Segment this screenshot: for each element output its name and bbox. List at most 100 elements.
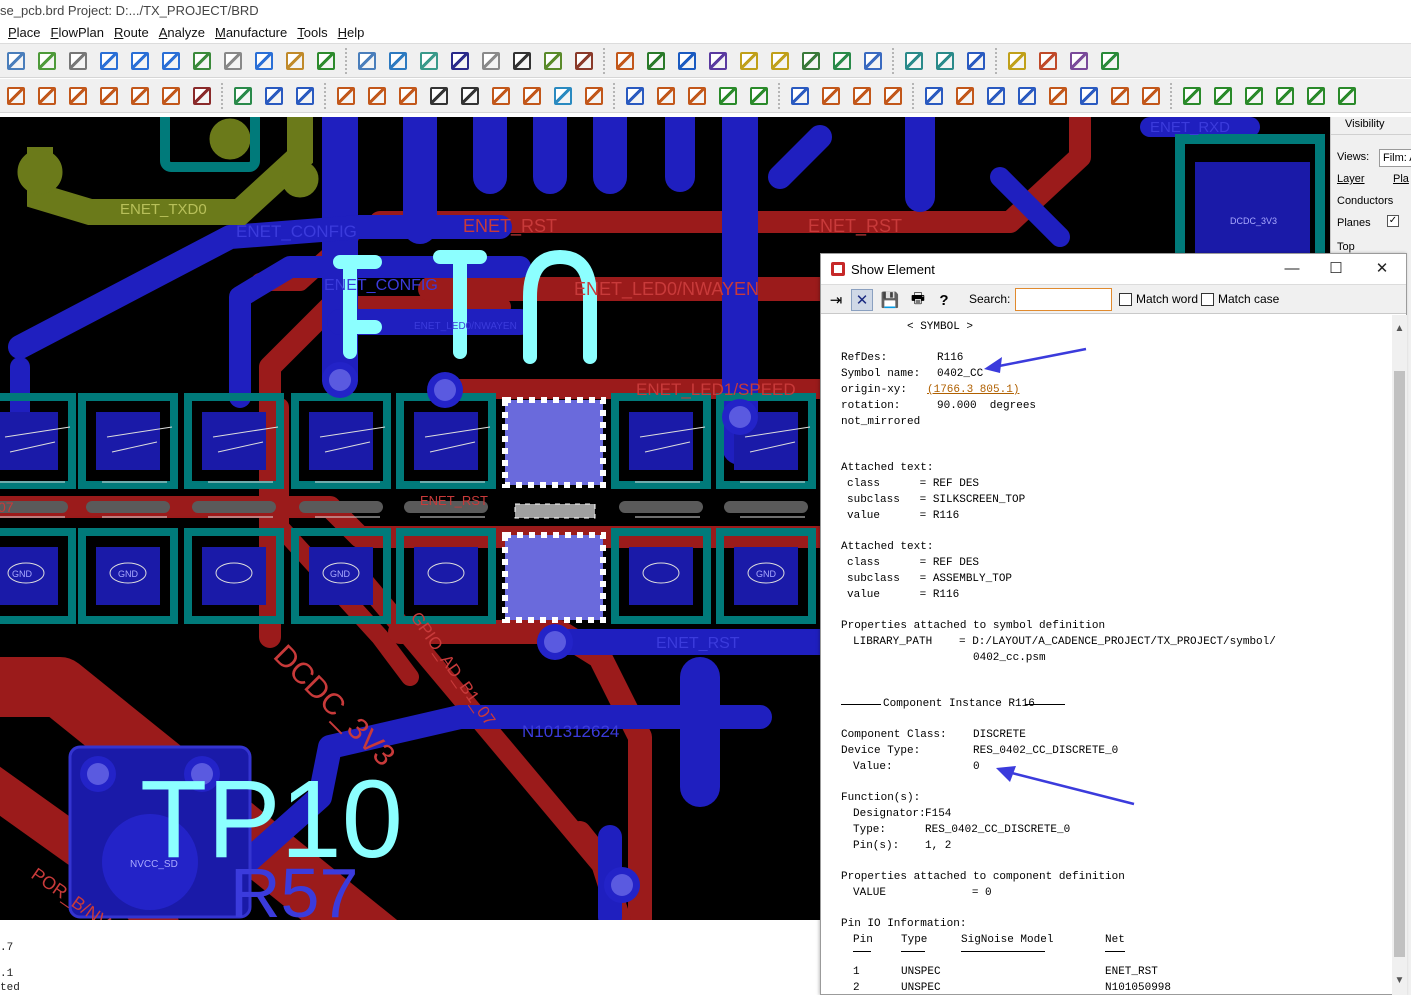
toolbar-tool-icon[interactable] [3, 83, 29, 109]
menu-flowplan[interactable]: FlowPlan [51, 22, 112, 43]
toolbar-tool-icon[interactable] [1076, 83, 1102, 109]
toolbar-tool-icon[interactable] [963, 48, 989, 74]
toolbar-tool-icon[interactable] [65, 83, 91, 109]
save-icon[interactable]: 💾 [879, 289, 901, 311]
toolbar-tool-icon[interactable] [158, 48, 184, 74]
toolbar-tool-icon[interactable] [798, 48, 824, 74]
toolbar-tool-icon[interactable] [478, 48, 504, 74]
toolbar-tool-icon[interactable] [509, 48, 535, 74]
toolbar-tool-icon[interactable] [1014, 83, 1040, 109]
close-icon[interactable]: ✕ [1367, 258, 1397, 280]
toolbar-tool-icon[interactable] [364, 83, 390, 109]
toolbar-tool-icon[interactable] [581, 83, 607, 109]
toolbar-tool-icon[interactable] [1035, 48, 1061, 74]
toolbar-tool-icon[interactable] [385, 48, 411, 74]
menu-manufacture[interactable]: Manufacture [215, 22, 295, 43]
plan-tab[interactable]: Pla [1393, 173, 1409, 185]
toolbar-tool-icon[interactable] [849, 83, 875, 109]
toolbar-tool-icon[interactable] [1241, 83, 1267, 109]
toolbar-tool-icon[interactable] [1066, 48, 1092, 74]
toolbar-tool-icon[interactable] [952, 83, 978, 109]
toolbar-tool-icon[interactable] [653, 83, 679, 109]
toolbar-tool-icon[interactable] [230, 83, 256, 109]
menu-help[interactable]: Help [338, 22, 373, 43]
toolbar-tool-icon[interactable] [746, 83, 772, 109]
toolbar-tool-icon[interactable] [220, 48, 246, 74]
minimize-icon[interactable]: — [1277, 258, 1307, 280]
toolbar-tool-icon[interactable] [395, 83, 421, 109]
toolbar-tool-icon[interactable] [1045, 83, 1071, 109]
toolbar-tool-icon[interactable] [901, 48, 927, 74]
toolbar-tool-icon[interactable] [1138, 83, 1164, 109]
match-word-checkbox[interactable] [1119, 293, 1132, 306]
toolbar-tool-icon[interactable] [1272, 83, 1298, 109]
help-icon[interactable]: ? [933, 289, 955, 311]
toolbar-tool-icon[interactable] [932, 48, 958, 74]
toolbar-tool-icon[interactable] [251, 48, 277, 74]
toolbar-tool-icon[interactable] [127, 48, 153, 74]
toolbar-tool-icon[interactable] [643, 48, 669, 74]
toolbar-tool-icon[interactable] [65, 48, 91, 74]
toolbar-tool-icon[interactable] [282, 48, 308, 74]
toolbar-tool-icon[interactable] [921, 83, 947, 109]
toolbar-tool-icon[interactable] [127, 83, 153, 109]
toolbar-tool-icon[interactable] [158, 83, 184, 109]
match-case-checkbox[interactable] [1201, 293, 1214, 306]
toolbar-tool-icon[interactable] [292, 83, 318, 109]
toolbar-tool-icon[interactable] [488, 83, 514, 109]
menu-route[interactable]: Route [114, 22, 157, 43]
toolbar-tool-icon[interactable] [189, 48, 215, 74]
toolbar-tool-icon[interactable] [34, 48, 60, 74]
toolbar-tool-icon[interactable] [1303, 83, 1329, 109]
toolbar-tool-icon[interactable] [3, 48, 29, 74]
toolbar-tool-icon[interactable] [1097, 48, 1123, 74]
toolbar-tool-icon[interactable] [354, 48, 380, 74]
toolbar-tool-icon[interactable] [1210, 83, 1236, 109]
toolbar-tool-icon[interactable] [684, 83, 710, 109]
toolbar-tool-icon[interactable] [818, 83, 844, 109]
views-select[interactable]: Film: A [1379, 149, 1411, 167]
menu-place[interactable]: Place [8, 22, 49, 43]
toolbar-tool-icon[interactable] [860, 48, 886, 74]
toolbar-tool-icon[interactable] [829, 48, 855, 74]
menu-tools[interactable]: Tools [297, 22, 335, 43]
close-x-icon[interactable]: ✕ [851, 289, 873, 311]
toolbar-tool-icon[interactable] [715, 83, 741, 109]
toolbar-tool-icon[interactable] [571, 48, 597, 74]
scroll-down-icon[interactable]: ▼ [1392, 975, 1407, 989]
toolbar-tool-icon[interactable] [447, 48, 473, 74]
planes-checkbox[interactable]: ✓ [1387, 215, 1399, 227]
toolbar-tool-icon[interactable] [96, 83, 122, 109]
toolbar-tool-icon[interactable] [705, 48, 731, 74]
toolbar-tool-icon[interactable] [1179, 83, 1205, 109]
toolbar-tool-icon[interactable] [622, 83, 648, 109]
toolbar-tool-icon[interactable] [1107, 83, 1133, 109]
toolbar-tool-icon[interactable] [540, 48, 566, 74]
toolbar-tool-icon[interactable] [1004, 48, 1030, 74]
report-scrollbar[interactable]: ▲ ▼ [1392, 315, 1407, 995]
toolbar-tool-icon[interactable] [983, 83, 1009, 109]
maximize-icon[interactable]: ☐ [1321, 258, 1351, 280]
toolbar-tool-icon[interactable] [767, 48, 793, 74]
scroll-up-icon[interactable]: ▲ [1392, 323, 1407, 337]
search-input[interactable] [1015, 288, 1112, 311]
toolbar-tool-icon[interactable] [1334, 83, 1360, 109]
toolbar-tool-icon[interactable] [96, 48, 122, 74]
element-report[interactable]: < SYMBOL > RefDes: R116 Symbol name: 040… [821, 315, 1391, 995]
toolbar-tool-icon[interactable] [189, 83, 215, 109]
toolbar-tool-icon[interactable] [333, 83, 359, 109]
menu-analyze[interactable]: Analyze [159, 22, 213, 43]
toolbar-tool-icon[interactable] [457, 83, 483, 109]
toolbar-tool-icon[interactable] [261, 83, 287, 109]
toolbar-tool-icon[interactable] [426, 83, 452, 109]
toolbar-tool-icon[interactable] [736, 48, 762, 74]
toolbar-tool-icon[interactable] [787, 83, 813, 109]
toolbar-tool-icon[interactable] [416, 48, 442, 74]
toolbar-tool-icon[interactable] [674, 48, 700, 74]
toolbar-tool-icon[interactable] [550, 83, 576, 109]
scroll-thumb[interactable] [1394, 371, 1405, 957]
command-console[interactable]: .7 .1 ted [0, 920, 820, 995]
toolbar-tool-icon[interactable] [519, 83, 545, 109]
toolbar-tool-icon[interactable] [880, 83, 906, 109]
layer-tab[interactable]: Layer [1337, 173, 1365, 185]
